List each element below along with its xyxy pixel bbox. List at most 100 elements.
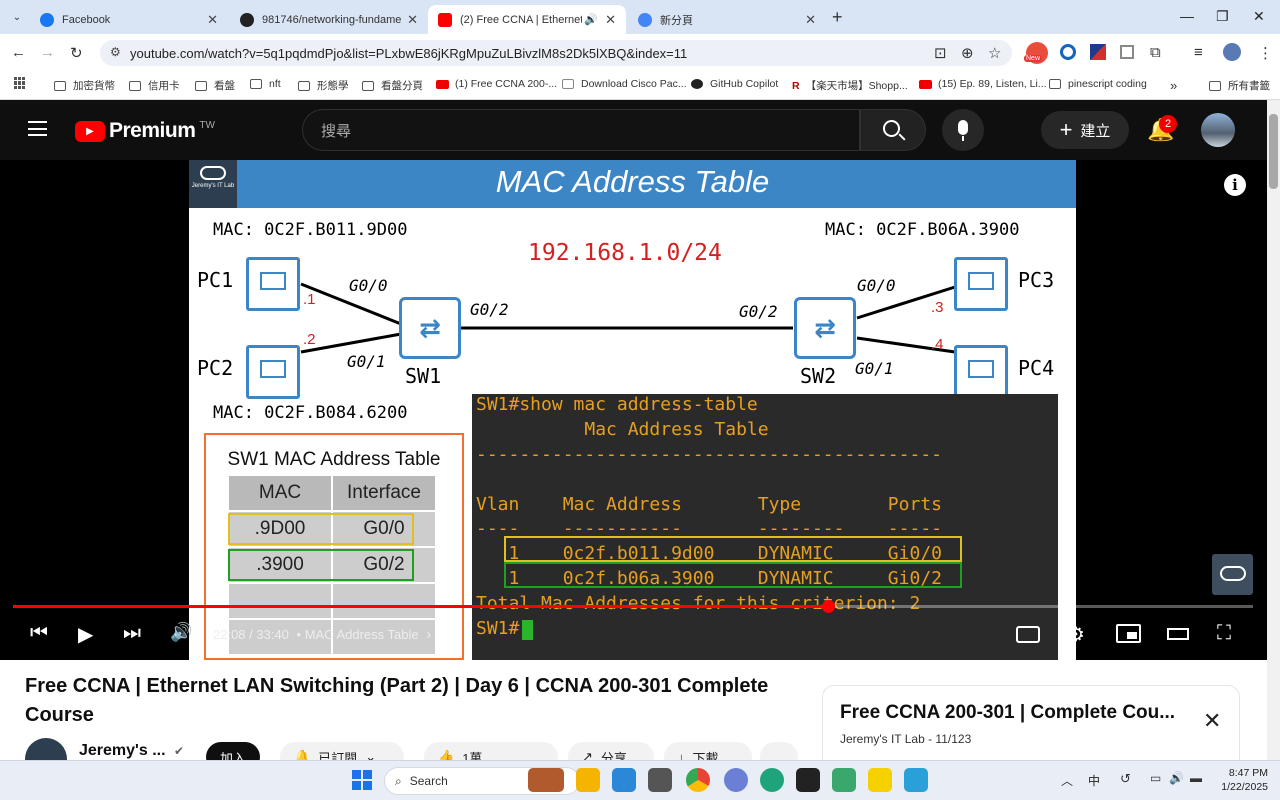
ime-mode-icon[interactable]: ↺	[1120, 771, 1131, 787]
extension-icon[interactable]	[1060, 44, 1076, 60]
create-button[interactable]: + 建立	[1041, 111, 1129, 149]
scrollbar-thumb[interactable]	[1269, 114, 1278, 189]
sw1-g01-label: G0/1	[347, 352, 386, 371]
pc4-icon	[954, 345, 1008, 399]
page-scrollbar[interactable]	[1267, 100, 1280, 760]
user-avatar[interactable]	[1201, 113, 1235, 147]
extension-icon[interactable]	[1120, 45, 1134, 59]
sw2-g01-label: G0/1	[855, 359, 894, 378]
tab-github[interactable]: 981746/networking-fundament ✕	[230, 5, 428, 34]
close-tab-icon[interactable]: ✕	[605, 12, 616, 28]
search-input[interactable]: 搜尋	[302, 109, 860, 151]
tab-new-tab[interactable]: 新分頁 ✕	[628, 5, 826, 34]
play-icon[interactable]: ▶	[78, 622, 93, 647]
youtube-icon	[438, 12, 452, 27]
forward-icon[interactable]: →	[40, 44, 55, 61]
close-tab-icon[interactable]: ✕	[407, 12, 418, 28]
bookmark-link[interactable]: Download Cisco Pac...	[562, 78, 687, 90]
bookmark-folder[interactable]: 形態學	[298, 78, 349, 93]
youtube-premium-logo[interactable]: ▶ Premium TW	[75, 119, 215, 143]
back-icon[interactable]: ←	[11, 44, 26, 61]
progress-scrubber[interactable]	[821, 600, 835, 613]
bookmark-folder[interactable]: 看盤分頁	[362, 78, 423, 93]
volume-icon[interactable]: 🔊	[170, 622, 192, 643]
terminal-icon[interactable]	[796, 768, 820, 792]
close-window-icon[interactable]: ✕	[1253, 8, 1265, 25]
windows-start-icon[interactable]	[352, 770, 372, 790]
theater-mode-icon[interactable]	[1167, 628, 1189, 640]
close-playlist-icon[interactable]: ✕	[1203, 708, 1221, 734]
ime-indicator[interactable]: 中	[1088, 772, 1100, 789]
battery-icon[interactable]: ▬	[1190, 771, 1202, 785]
settings-gear-icon[interactable]: ⚙	[1067, 622, 1085, 647]
bookmark-link[interactable]: R 【楽天市場】Shopp...	[792, 78, 908, 93]
app-icon[interactable]	[648, 768, 672, 792]
time-display: 22:08 / 33:40	[213, 627, 289, 642]
bookmark-folder[interactable]: 加密貨幣	[54, 78, 115, 93]
previous-icon[interactable]: ⏮	[30, 622, 48, 645]
new-tab-icon[interactable]: +	[832, 7, 843, 28]
speaker-icon[interactable]: 🔊	[584, 13, 598, 26]
bookmark-link[interactable]: GitHub Copilot	[691, 78, 778, 90]
close-tab-icon[interactable]: ✕	[805, 12, 816, 28]
site-info-icon[interactable]: ⚙	[110, 45, 121, 59]
extension-icon[interactable]	[1090, 44, 1106, 60]
subtitles-icon[interactable]	[1016, 626, 1040, 643]
info-icon[interactable]: i	[1224, 174, 1246, 196]
zoom-icon[interactable]: ⊕	[961, 44, 974, 62]
extensions-puzzle-icon[interactable]: ⧉	[1150, 44, 1161, 61]
app-icon[interactable]	[724, 768, 748, 792]
reload-icon[interactable]: ↻	[70, 44, 83, 62]
profile-avatar[interactable]	[1223, 43, 1241, 61]
green-highlight-box	[504, 562, 962, 588]
chrome-icon[interactable]	[686, 768, 710, 792]
apps-grid-icon[interactable]	[14, 77, 26, 89]
media-control-icon[interactable]: ≡	[1194, 44, 1203, 61]
bookmark-link[interactable]: (1) Free CCNA 200-...	[436, 78, 557, 90]
bookmark-folder[interactable]: 信用卡	[129, 78, 180, 93]
channel-watermark[interactable]	[1212, 554, 1253, 595]
search-button[interactable]	[860, 109, 926, 151]
bookmark-folder[interactable]: 看盤	[195, 78, 235, 93]
bookmark-link[interactable]: (15) Ep. 89, Listen, Li...	[919, 78, 1047, 90]
playlist-meta: Jeremy's IT Lab - 11/123	[840, 732, 972, 746]
edge-icon[interactable]	[760, 768, 784, 792]
network-icon[interactable]: ▭	[1150, 771, 1161, 785]
clock[interactable]: 8:47 PM 1/22/2025	[1212, 766, 1268, 794]
playlist-title[interactable]: Free CCNA 200-301 | Complete Cou...	[840, 702, 1175, 724]
more-bookmarks-icon[interactable]: »	[1170, 78, 1177, 93]
file-explorer-icon[interactable]	[576, 768, 600, 792]
terminal-line: SW1#show mac address-table	[476, 394, 758, 415]
fullscreen-icon[interactable]: ⛶	[1217, 622, 1231, 645]
tab-search-chevron-icon[interactable]: ⌄	[8, 9, 26, 25]
restore-icon[interactable]: ❐	[1216, 8, 1229, 25]
bookmark-star-icon[interactable]: ☆	[988, 44, 1001, 62]
hamburger-menu-icon[interactable]	[28, 121, 47, 136]
extension-new-icon[interactable]: New	[1024, 42, 1048, 64]
close-tab-icon[interactable]: ✕	[207, 12, 218, 28]
all-bookmarks-folder[interactable]: 所有書籤	[1209, 78, 1270, 93]
screen: { "browser": { "tabs": [ {"label": "Face…	[0, 0, 1280, 800]
next-icon[interactable]: ⏭	[123, 622, 141, 645]
tab-youtube-active[interactable]: (2) Free CCNA | Ethernet LA 🔊 ✕	[428, 5, 626, 34]
minimize-icon[interactable]: —	[1180, 8, 1194, 24]
tab-facebook[interactable]: Facebook ✕	[30, 5, 228, 34]
app-icon[interactable]	[832, 768, 856, 792]
app-icon[interactable]	[868, 768, 892, 792]
channel-name[interactable]: Jeremy's ... ✔	[79, 742, 184, 760]
tray-chevron-icon[interactable]: ︿	[1061, 772, 1073, 789]
miniplayer-icon[interactable]	[1116, 624, 1141, 643]
address-bar[interactable]: ⚙ youtube.com/watch?v=5q1pqdmdPjo&list=P…	[100, 40, 1012, 66]
app-icon[interactable]	[612, 768, 636, 792]
install-app-icon[interactable]: ⊡	[934, 44, 947, 62]
volume-tray-icon[interactable]: 🔊	[1169, 771, 1184, 785]
bookmark-folder[interactable]: nft	[250, 78, 281, 90]
facebook-icon	[40, 12, 54, 27]
progress-played	[13, 605, 828, 608]
time-chapter-display[interactable]: 22:08 / 33:40 • MAC Address Table ›	[213, 626, 431, 643]
voice-search-button[interactable]	[942, 109, 984, 151]
youtube-icon	[919, 79, 932, 89]
bookmark-folder[interactable]: pinescript coding	[1049, 78, 1147, 90]
menu-dots-icon[interactable]: ⋮	[1258, 44, 1273, 62]
notepad-icon[interactable]	[904, 768, 928, 792]
